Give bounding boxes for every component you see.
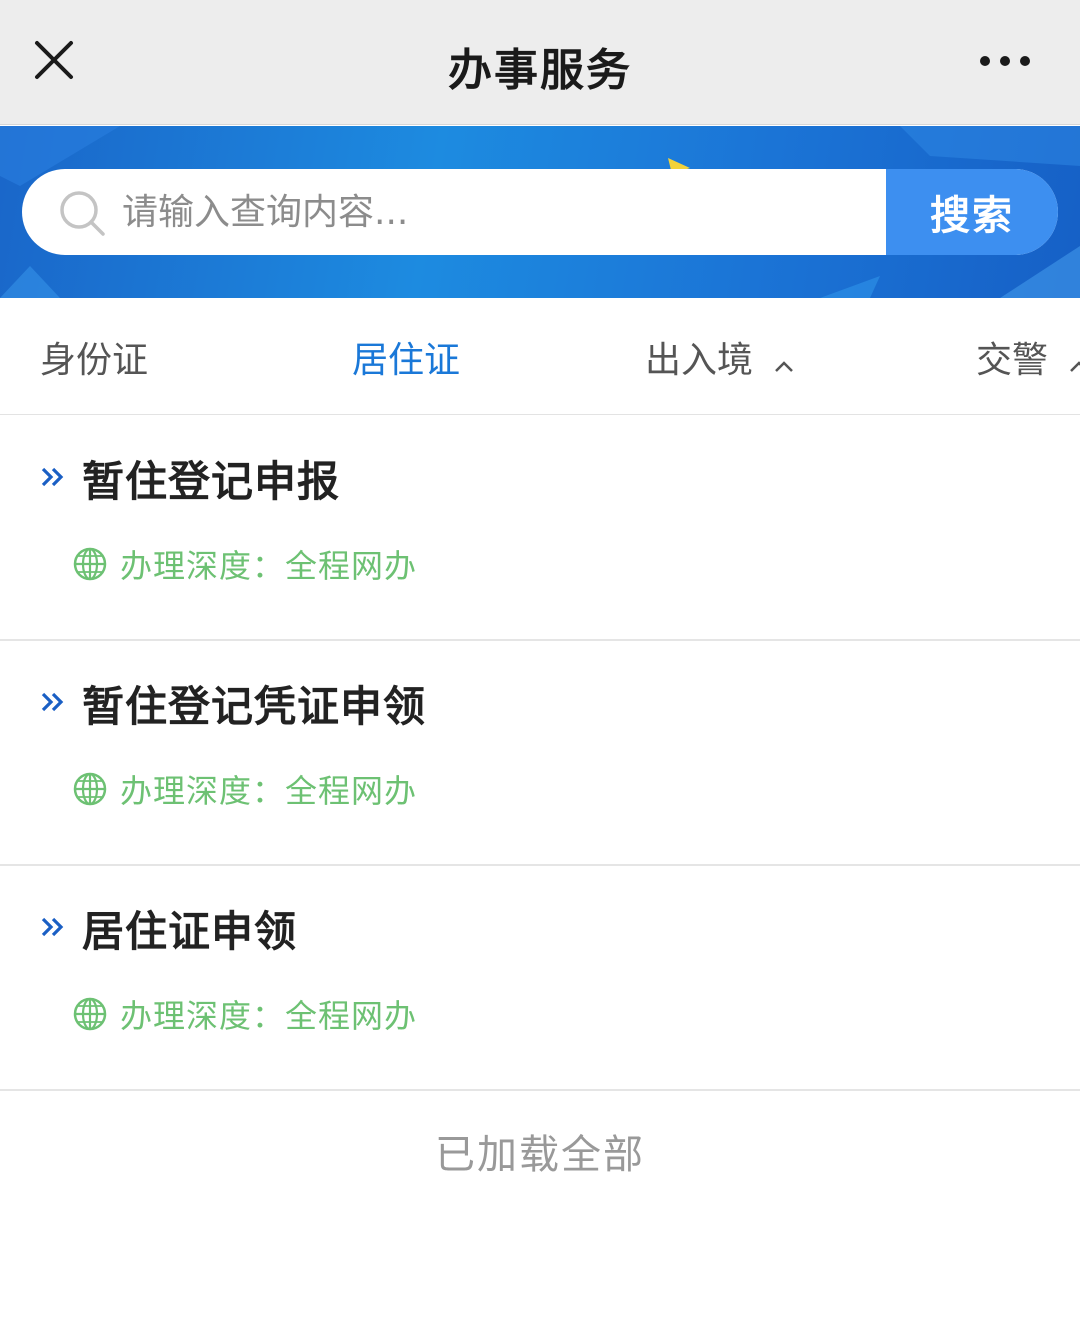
search-icon: [58, 189, 106, 237]
list-item[interactable]: 居住证申领 办理深度：全程网办: [0, 866, 1080, 1091]
tab-id-card[interactable]: 身份证: [40, 334, 149, 381]
search-input[interactable]: [122, 169, 882, 255]
double-chevron-right-icon: [40, 463, 68, 491]
load-status: 已加载全部: [435, 1132, 645, 1178]
category-tabs: 身份证 居住证 出入境 交警: [0, 298, 1080, 415]
globe-icon: [72, 996, 108, 1032]
globe-icon: [72, 546, 108, 582]
tab-label: 出入境: [645, 340, 754, 381]
chevron-up-icon: [1068, 346, 1080, 372]
depth-text: 办理深度：全程网办: [120, 547, 418, 585]
list-item[interactable]: 暂住登记申报 办理深度：全程网办: [0, 416, 1080, 641]
tab-entry-exit[interactable]: 出入境: [645, 334, 795, 381]
service-list: 暂住登记申报 办理深度：全程网办 暂住登记凭证申领 办理深度：全程网办 居住证申…: [0, 416, 1080, 1091]
double-chevron-right-icon: [40, 688, 68, 716]
depth-text: 办理深度：全程网办: [120, 997, 418, 1035]
tab-residence-permit[interactable]: 居住证: [352, 334, 461, 381]
tab-label: 交警: [976, 340, 1049, 381]
chevron-up-icon: [773, 346, 795, 372]
item-title: 暂住登记凭证申领: [82, 682, 427, 731]
tab-label: 居住证: [352, 340, 461, 381]
title-bar: 办事服务: [0, 0, 1080, 125]
item-title: 暂住登记申报: [82, 457, 341, 506]
item-depth: 办理深度：全程网办: [72, 544, 418, 585]
more-icon[interactable]: [975, 44, 1035, 78]
item-depth: 办理深度：全程网办: [72, 994, 418, 1035]
item-title: 居住证申领: [82, 907, 298, 956]
item-depth: 办理深度：全程网办: [72, 769, 418, 810]
globe-icon: [72, 771, 108, 807]
search-button[interactable]: 搜索: [886, 169, 1058, 255]
tab-label: 身份证: [40, 340, 149, 381]
list-item[interactable]: 暂住登记凭证申领 办理深度：全程网办: [0, 641, 1080, 866]
search-banner: 搜索: [0, 126, 1080, 298]
tab-traffic-police[interactable]: 交警: [976, 334, 1080, 381]
depth-text: 办理深度：全程网办: [120, 772, 418, 810]
page-title: 办事服务: [448, 45, 632, 96]
double-chevron-right-icon: [40, 913, 68, 941]
search-bar: 搜索: [22, 169, 1058, 255]
